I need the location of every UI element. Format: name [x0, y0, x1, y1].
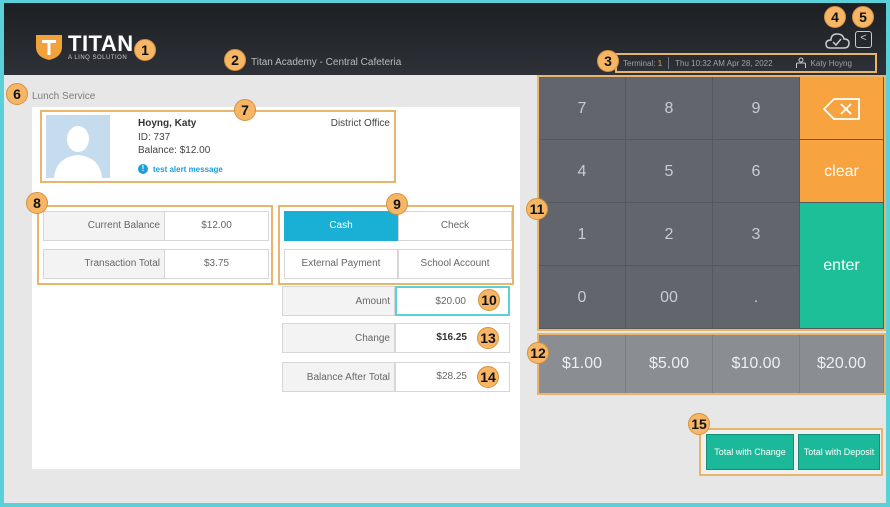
badge-1: 1 [134, 39, 156, 61]
key-7[interactable]: 7 [539, 77, 626, 140]
status-bar: Terminal: 1 Thu 10:32 AM Apr 28, 2022 Ka… [615, 53, 877, 73]
badge-14: 14 [477, 366, 499, 388]
cloud-check-icon[interactable] [824, 31, 850, 51]
terminal-number: 1 [657, 58, 663, 68]
key-00[interactable]: 00 [626, 266, 713, 329]
transaction-total-value: $3.75 [165, 250, 268, 278]
alert-message[interactable]: ! test alert message [138, 164, 223, 174]
alert-icon: ! [138, 164, 148, 174]
transaction-total-label: Transaction Total [44, 250, 165, 278]
transaction-total-row: Transaction Total $3.75 [43, 249, 269, 279]
school-account-button[interactable]: School Account [398, 249, 512, 279]
backspace-icon [822, 97, 860, 120]
badge-15: 15 [688, 413, 710, 435]
quick-20-button[interactable]: $20.00 [800, 335, 884, 393]
amount-label: Amount [282, 286, 395, 316]
shield-icon [36, 35, 62, 60]
amount-row: Amount $20.00 [282, 286, 510, 316]
total-with-change-button[interactable]: Total with Change [706, 434, 794, 470]
student-balance: Balance: $12.00 [138, 145, 211, 156]
badge-6: 6 [6, 83, 28, 105]
key-0[interactable]: 0 [539, 266, 626, 329]
quick-amount-row: $1.00 $5.00 $10.00 $20.00 [537, 333, 886, 395]
quick-10-button[interactable]: $10.00 [713, 335, 800, 393]
balance-summary: Current Balance $12.00 Transaction Total… [37, 205, 273, 285]
terminal-label: Terminal: [623, 58, 656, 68]
backspace-button[interactable] [800, 77, 884, 140]
badge-12: 12 [527, 342, 549, 364]
school-name: Titan Academy - Central Cafeteria [251, 57, 402, 68]
check-button[interactable]: Check [398, 211, 512, 241]
payment-method-selector: Cash Check External Payment School Accou… [278, 205, 514, 285]
balance-after-row: Balance After Total $28.25 [282, 362, 510, 392]
badge-13: 13 [477, 327, 499, 349]
key-5[interactable]: 5 [626, 140, 713, 203]
key-3[interactable]: 3 [713, 203, 800, 266]
balance-after-label: Balance After Total [282, 362, 395, 392]
key-decimal[interactable]: . [713, 266, 800, 329]
cash-button[interactable]: Cash [284, 211, 398, 241]
key-1[interactable]: 1 [539, 203, 626, 266]
numeric-keypad: 7 8 9 4 5 6 clear 1 2 3 enter 0 00 . [537, 75, 886, 331]
change-label: Change [282, 323, 395, 353]
current-balance-label: Current Balance [44, 212, 165, 240]
badge-2: 2 [224, 49, 246, 71]
key-9[interactable]: 9 [713, 77, 800, 140]
badge-5: 5 [852, 6, 874, 28]
back-glyph: < [860, 32, 867, 44]
enter-button[interactable]: enter [800, 203, 884, 329]
terminal-info: Terminal: 1 [617, 59, 668, 68]
app-window: TITAN A LINQ SOLUTION Titan Academy - Ce… [4, 3, 886, 503]
badge-3: 3 [597, 50, 619, 72]
avatar-silhouette-icon [46, 115, 110, 178]
titan-logo: TITAN A LINQ SOLUTION [34, 30, 134, 61]
student-card[interactable]: Hoyng, Katy ID: 737 Balance: $12.00 Dist… [40, 110, 396, 183]
total-with-deposit-button[interactable]: Total with Deposit [798, 434, 880, 470]
key-2[interactable]: 2 [626, 203, 713, 266]
badge-9: 9 [386, 193, 408, 215]
key-6[interactable]: 6 [713, 140, 800, 203]
badge-11: 11 [526, 198, 548, 220]
clear-button[interactable]: clear [800, 140, 884, 203]
chevron-left-icon[interactable]: < [855, 31, 872, 48]
current-balance-value: $12.00 [165, 212, 268, 240]
alert-text: test alert message [153, 164, 223, 174]
current-balance-row: Current Balance $12.00 [43, 211, 269, 241]
user-icon [795, 57, 806, 68]
student-name: Hoyng, Katy [138, 118, 197, 129]
total-actions: Total with Change Total with Deposit [699, 428, 883, 476]
key-4[interactable]: 4 [539, 140, 626, 203]
logo-subtitle: A LINQ SOLUTION [68, 54, 128, 61]
student-location: District Office [330, 118, 390, 129]
user-name: Katy Hoyng [810, 58, 852, 68]
service-label: Lunch Service [32, 91, 96, 102]
badge-10: 10 [478, 289, 500, 311]
key-8[interactable]: 8 [626, 77, 713, 140]
datetime: Thu 10:32 AM Apr 28, 2022 [675, 58, 773, 68]
quick-5-button[interactable]: $5.00 [626, 335, 713, 393]
change-row: Change $16.25 [282, 323, 510, 353]
external-payment-button[interactable]: External Payment [284, 249, 398, 279]
student-id: ID: 737 [138, 132, 171, 143]
badge-7: 7 [234, 99, 256, 121]
quick-1-button[interactable]: $1.00 [539, 335, 626, 393]
badge-8: 8 [26, 192, 48, 214]
logo-title: TITAN [68, 30, 134, 56]
badge-4: 4 [824, 6, 846, 28]
header-bar: TITAN A LINQ SOLUTION Titan Academy - Ce… [4, 3, 886, 75]
